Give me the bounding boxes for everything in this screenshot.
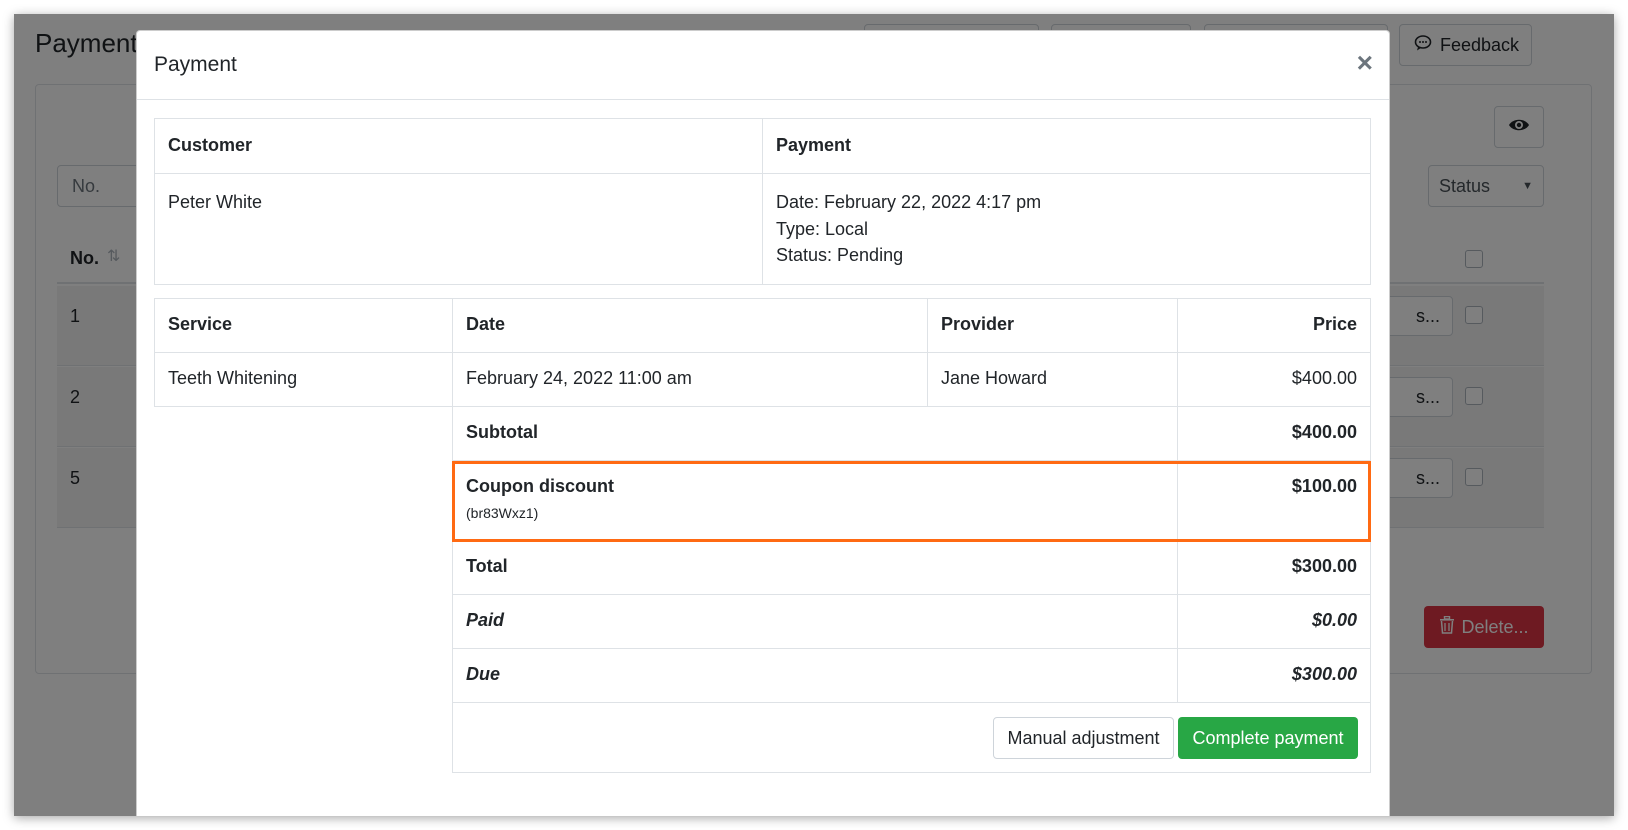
payment-details: Date: February 22, 2022 4:17 pm Type: Lo…: [762, 173, 1371, 285]
payment-modal: Payment × Customer Payment Peter White D…: [136, 30, 1390, 816]
due-value: $300.00: [1177, 648, 1371, 703]
total-row: Total $300.00: [155, 540, 1371, 595]
screenshot-frame: Payments Feedback No. Status ▼ No. ⇅ 1 s…: [14, 14, 1614, 816]
service-header: Service: [154, 298, 453, 353]
close-icon[interactable]: ×: [1357, 49, 1373, 77]
total-label: Total: [452, 540, 1178, 595]
provider-header: Provider: [927, 298, 1178, 353]
paid-row: Paid $0.00: [155, 594, 1371, 649]
payment-date: Date: February 22, 2022 4:17 pm: [776, 192, 1042, 212]
coupon-code: (br83Wxz1): [466, 505, 539, 521]
subtotal-row: Subtotal $400.00: [155, 406, 1371, 461]
services-table: Service Date Provider Price Teeth Whiten…: [154, 298, 1371, 773]
service-date: February 24, 2022 11:00 am: [452, 352, 928, 407]
paid-label: Paid: [452, 594, 1178, 649]
manual-adjustment-button[interactable]: Manual adjustment: [993, 717, 1174, 759]
coupon-cell: Coupon discount (br83Wxz1): [452, 460, 1178, 541]
price-header: Price: [1177, 298, 1371, 353]
payment-info-table: Customer Payment Peter White Date: Febru…: [154, 118, 1371, 285]
paid-value: $0.00: [1177, 594, 1371, 649]
payment-type: Type: Local: [776, 218, 869, 239]
coupon-value: $100.00: [1177, 460, 1371, 541]
total-value: $300.00: [1177, 540, 1371, 595]
complete-payment-button[interactable]: Complete payment: [1178, 717, 1358, 759]
payment-header: Payment: [762, 118, 1371, 174]
coupon-label: Coupon discount: [466, 476, 614, 496]
service-row: Teeth Whitening February 24, 2022 11:00 …: [154, 352, 1371, 407]
date-header: Date: [452, 298, 928, 353]
service-price: $400.00: [1177, 352, 1371, 407]
subtotal-label: Subtotal: [452, 406, 1178, 461]
modal-title: Payment: [154, 53, 237, 76]
subtotal-value: $400.00: [1177, 406, 1371, 461]
customer-name: Peter White: [154, 173, 763, 285]
service-name: Teeth Whitening: [154, 352, 453, 407]
payment-status: Status: Pending: [776, 245, 904, 265]
modal-header: Payment ×: [137, 31, 1389, 100]
due-row: Due $300.00: [155, 648, 1371, 703]
coupon-row: Coupon discount (br83Wxz1) $100.00: [155, 460, 1371, 541]
customer-header: Customer: [154, 118, 763, 174]
due-label: Due: [452, 648, 1178, 703]
service-provider: Jane Howard: [927, 352, 1178, 407]
